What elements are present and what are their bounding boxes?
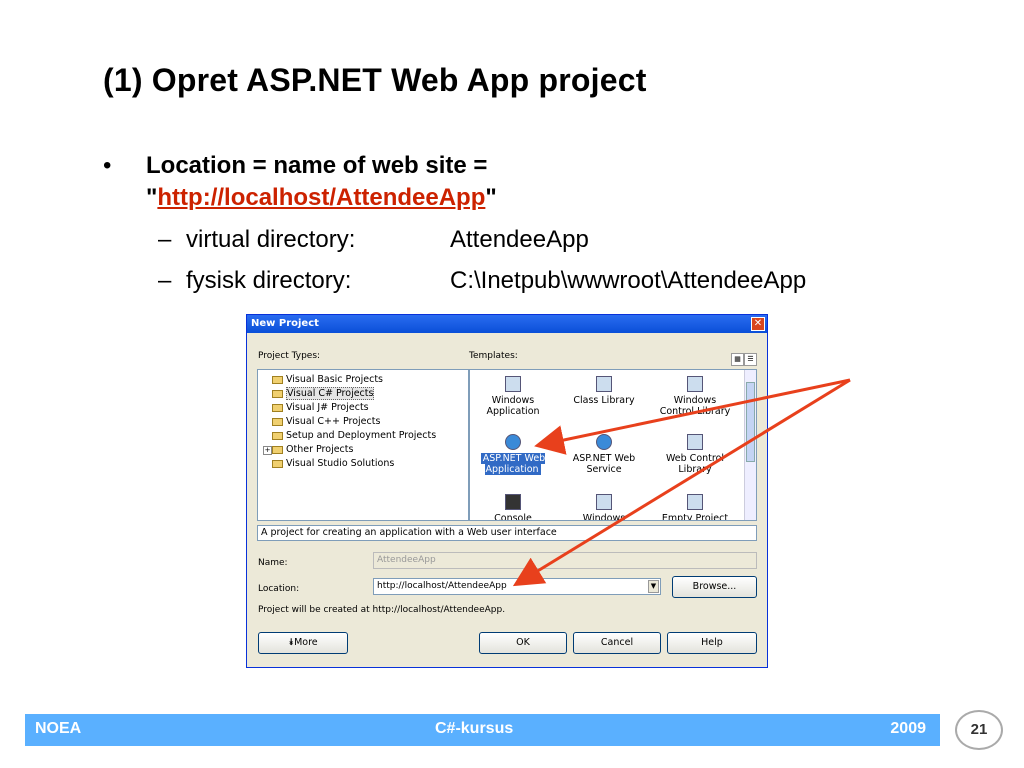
- footer-left: NOEA: [35, 720, 82, 737]
- arrow-to-template: [534, 378, 851, 455]
- page-number: 21: [955, 710, 1003, 750]
- footer-bar: NOEA C#-kursus 2009: [25, 714, 940, 746]
- annotation-arrows: [512, 378, 851, 587]
- arrow-to-location: [512, 378, 851, 587]
- footer-center: C#-kursus: [435, 720, 514, 737]
- footer-right: 2009: [890, 720, 926, 737]
